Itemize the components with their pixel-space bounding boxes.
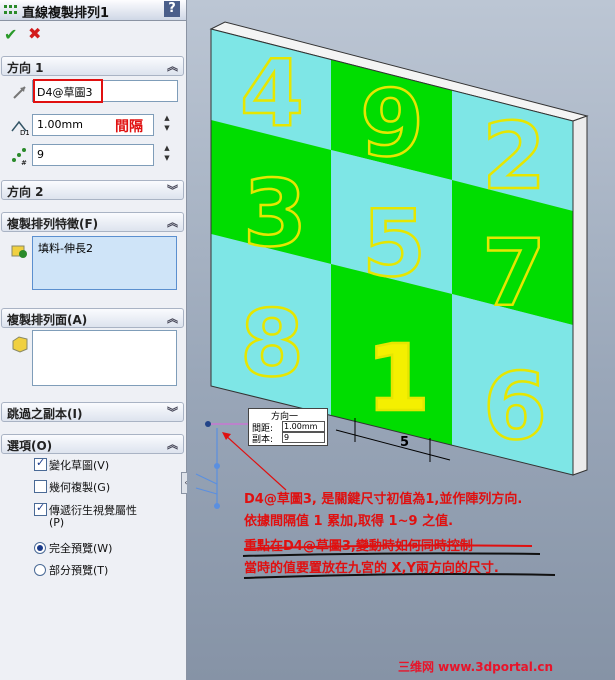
annotation-text: 重點在D4@草圖3,變動時如何同時控制	[244, 539, 473, 554]
popup-copies-input[interactable]: 9	[282, 432, 325, 443]
dimension-value[interactable]: 5	[400, 435, 409, 450]
grid-digit: 5	[362, 190, 426, 297]
annotation-text: 當時的值要置放在九宮的 X,Y兩方向的尺寸.	[244, 561, 499, 576]
grid-digit: 2	[482, 103, 546, 210]
annotation-text: D4@草圖3, 是關鍵尺寸初值為1,並作陣列方向.	[244, 492, 523, 507]
sketch-line	[195, 487, 218, 495]
grid-digit: 8	[240, 290, 304, 397]
watermark: 三维网 www.3dportal.cn	[398, 660, 554, 674]
model-canvas: 4 9 2 3 5 7 8 1 6 5	[195, 21, 589, 579]
sketch-point[interactable]	[214, 503, 220, 509]
annotation-text: 依據間隔值 1 累加,取得 1~9 之值.	[244, 514, 454, 529]
popup-spacing-input[interactable]: 1.00mm	[282, 421, 325, 432]
grid-digit: 9	[360, 70, 424, 177]
popup-copies-label: 副本:	[252, 435, 274, 445]
grid-digit: 1	[366, 325, 430, 432]
sketch-line	[195, 473, 218, 485]
grid-digit: 3	[243, 160, 307, 267]
dimension-popup[interactable]: 方向一 間距: 1.00mm 副本: 9	[248, 408, 328, 446]
plate-side-face	[572, 115, 588, 476]
grid-digit: 7	[482, 220, 546, 327]
sketch-point[interactable]	[205, 421, 211, 427]
grid-digit: 4	[240, 40, 304, 147]
sketch-point[interactable]	[214, 463, 220, 469]
grid-digit: 6	[483, 353, 547, 460]
